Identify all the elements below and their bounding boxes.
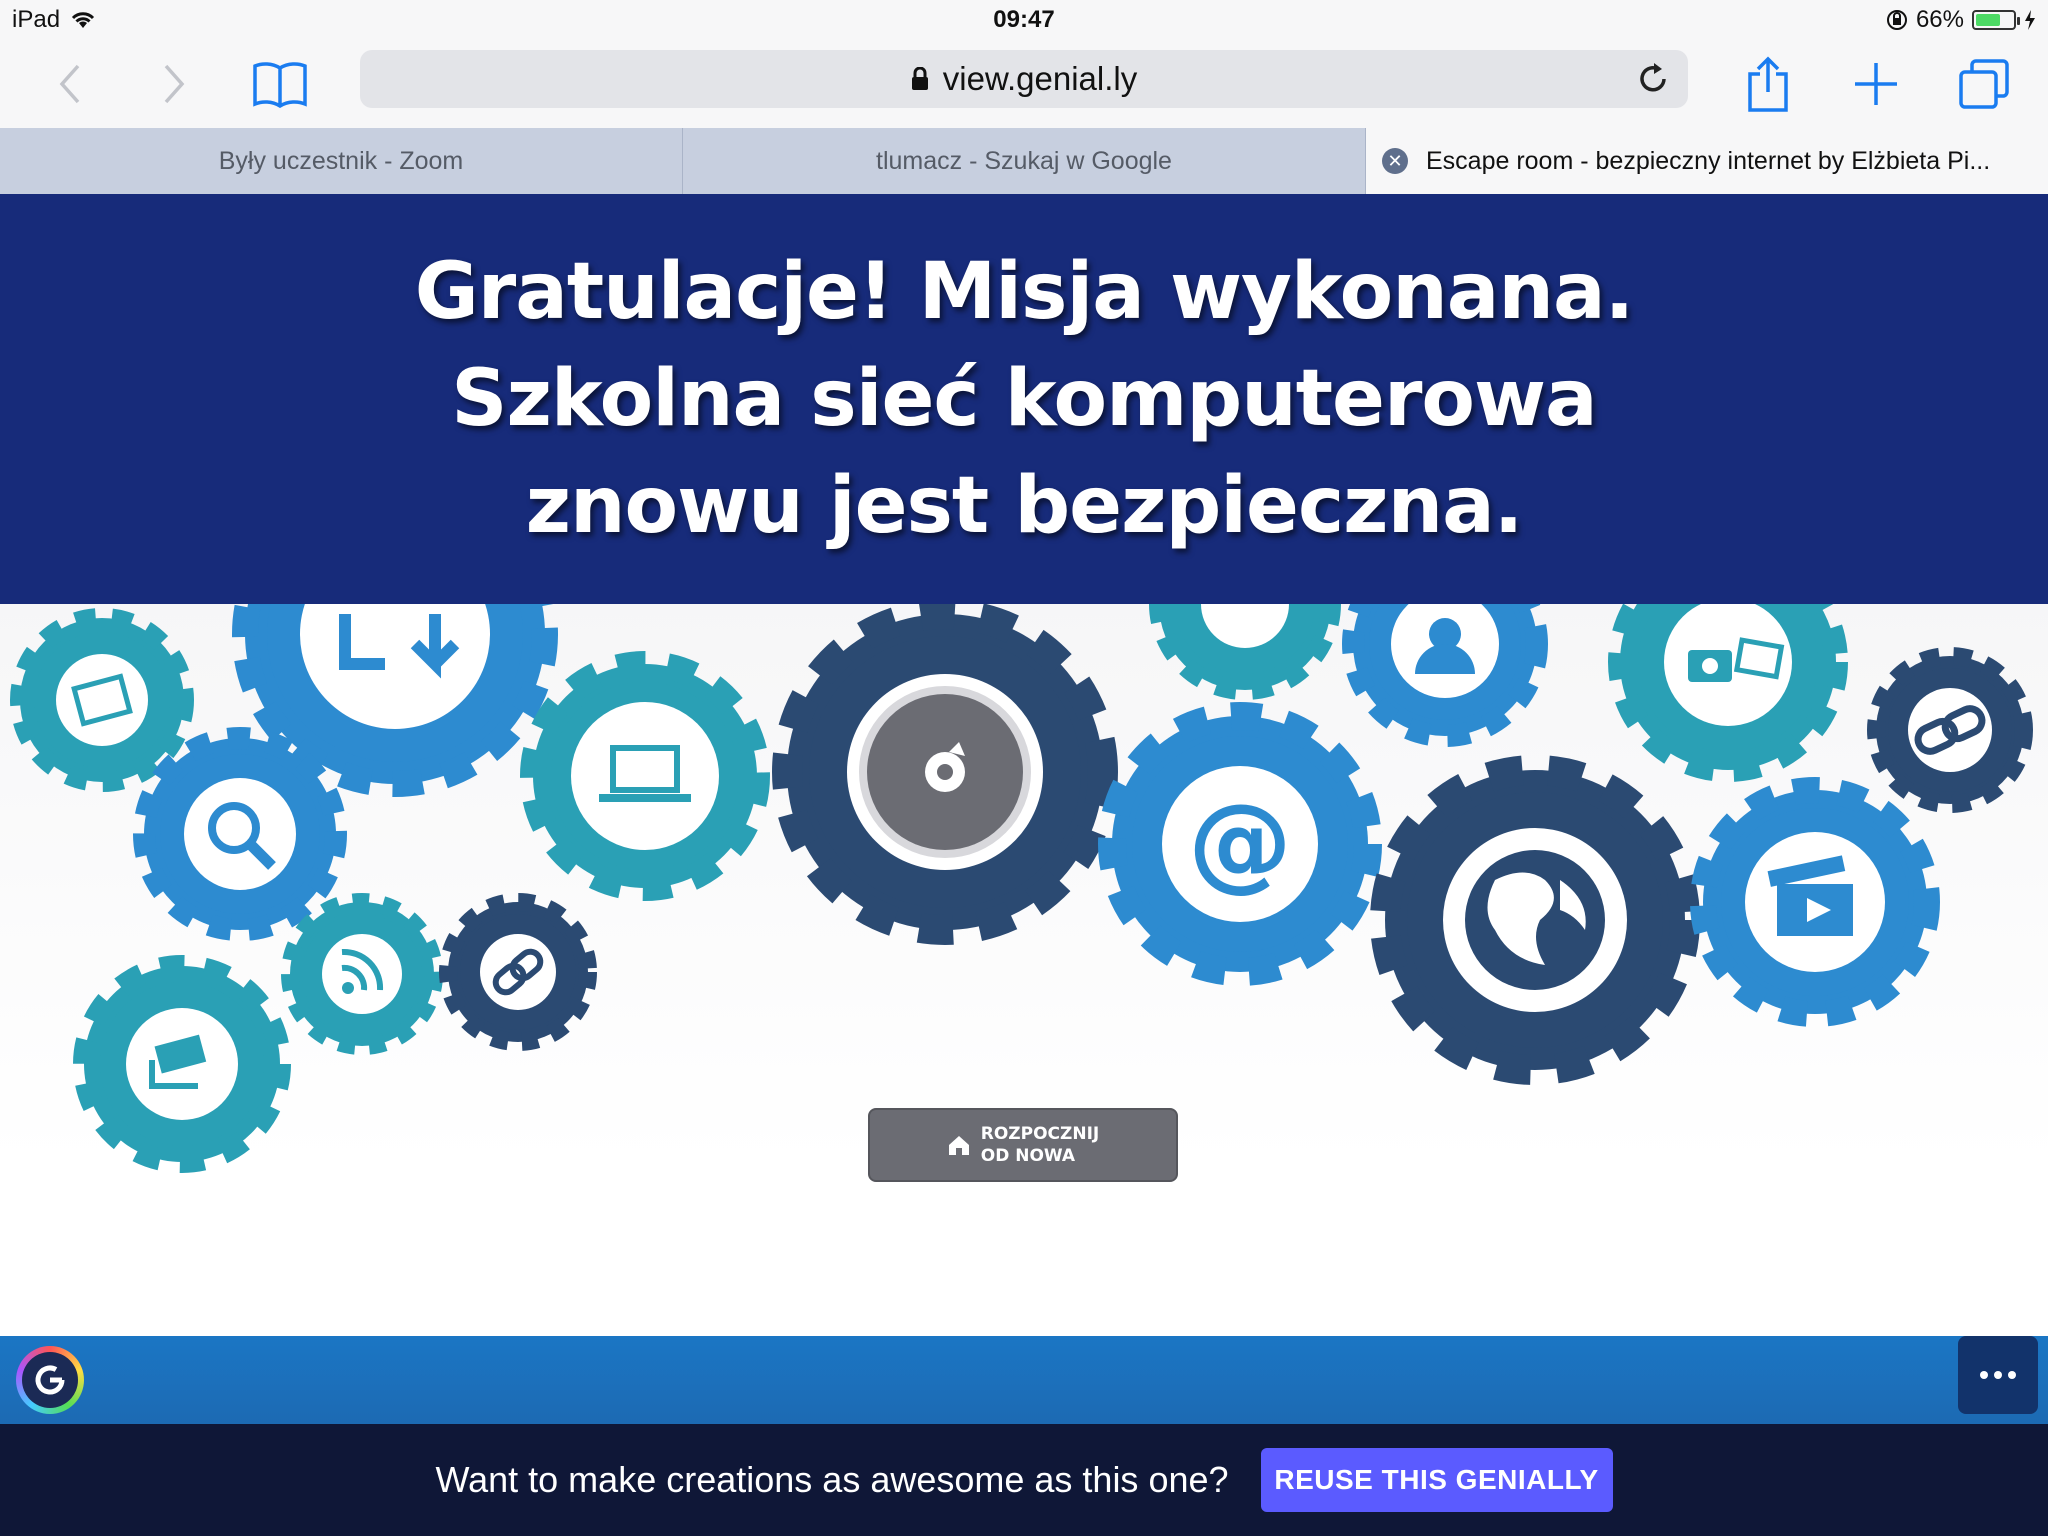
share-icon xyxy=(1748,56,1788,112)
forward-icon xyxy=(164,64,185,104)
new-tab-button[interactable] xyxy=(1846,54,1906,114)
clock: 09:47 xyxy=(993,6,1055,33)
search-gear xyxy=(133,727,347,941)
tab-escape-room[interactable]: ✕ Escape room - bezpieczny internet by E… xyxy=(1366,128,2048,194)
share-button[interactable] xyxy=(1738,54,1798,114)
at-icon: @ xyxy=(1188,781,1292,903)
reload-icon[interactable] xyxy=(1636,62,1670,96)
file-gear xyxy=(10,608,194,792)
video-gear xyxy=(1690,777,1940,1027)
camera-gear xyxy=(1608,604,1848,782)
tabs-overview-button[interactable] xyxy=(1954,54,2014,114)
user-gear xyxy=(1342,604,1548,747)
laptop-gear xyxy=(520,651,770,901)
browser-toolbar: view.genial.ly xyxy=(0,40,2048,128)
link-gear-small xyxy=(439,893,597,1051)
charging-icon xyxy=(2025,10,2035,30)
restart-button[interactable]: ROZPOCZNIJ OD NOWA xyxy=(868,1108,1178,1182)
tab-google[interactable]: tlumacz - Szukaj w Google xyxy=(683,128,1366,194)
restart-label-line-2: OD NOWA xyxy=(980,1146,1076,1166)
genially-canvas: Gratulacje! Misja wykonana. Szkolna sieć… xyxy=(0,194,2048,1336)
reuse-genially-button[interactable]: REUSE THIS GENIALLY xyxy=(1260,1448,1613,1512)
orientation-lock-icon xyxy=(1886,10,1907,30)
url-text: view.genial.ly xyxy=(942,60,1138,97)
genially-logo-icon xyxy=(35,1365,65,1395)
title-banner: Gratulacje! Misja wykonana. Szkolna sieć… xyxy=(0,194,2048,604)
home-icon xyxy=(948,1136,969,1155)
battery-percent: 66% xyxy=(1915,6,1964,33)
genially-logo[interactable] xyxy=(16,1346,84,1414)
promo-bar: Want to make creations as awesome as thi… xyxy=(0,1424,2048,1536)
tab-strip: Były uczestnik - Zoom tlumacz - Szukaj w… xyxy=(0,128,2048,194)
money-gear xyxy=(73,955,291,1173)
tab-label: Były uczestnik - Zoom xyxy=(218,146,464,175)
bookmarks-icon xyxy=(253,62,307,108)
back-button[interactable] xyxy=(40,54,100,114)
title-line-1: Gratulacje! Misja wykonana. xyxy=(414,246,1634,337)
gears-illustration: @ xyxy=(10,604,2033,1173)
globe-icon xyxy=(1465,850,1605,990)
title-line-2: Szkolna sieć komputerowa xyxy=(451,353,1597,444)
title-line-3: znowu jest bezpieczna. xyxy=(525,460,1524,551)
small-top-gear xyxy=(1149,604,1341,700)
new-tab-icon xyxy=(1855,63,1897,105)
tab-zoom[interactable]: Były uczestnik - Zoom xyxy=(0,128,683,194)
back-icon xyxy=(59,64,80,104)
genially-toolbar xyxy=(0,1336,2048,1424)
forward-button[interactable] xyxy=(144,54,204,114)
more-options-button[interactable] xyxy=(1958,1336,2038,1414)
status-bar: iPad 09:47 66% xyxy=(0,0,2048,40)
at-gear: @ xyxy=(1098,702,1382,986)
tabs-icon xyxy=(1959,59,2009,109)
battery-icon xyxy=(1972,10,2020,30)
promo-text: Want to make creations as awesome as thi… xyxy=(435,1459,1229,1500)
tab-label: tlumacz - Szukaj w Google xyxy=(876,146,1172,175)
address-bar[interactable]: view.genial.ly xyxy=(360,50,1688,108)
page-title: Gratulacje! Misja wykonana. Szkolna sieć… xyxy=(414,239,1634,560)
globe-gear xyxy=(1370,755,1700,1085)
lock-icon xyxy=(911,67,928,90)
rss-gear xyxy=(281,893,443,1055)
target-gear xyxy=(772,604,1118,945)
close-tab-icon[interactable]: ✕ xyxy=(1382,148,1408,174)
tab-label: Escape room - bezpieczny internet by Elż… xyxy=(1426,146,1991,175)
link-gear-large xyxy=(1867,647,2033,813)
restart-label-line-1: ROZPOCZNIJ xyxy=(980,1124,1100,1144)
bookmarks-button[interactable] xyxy=(250,54,310,114)
